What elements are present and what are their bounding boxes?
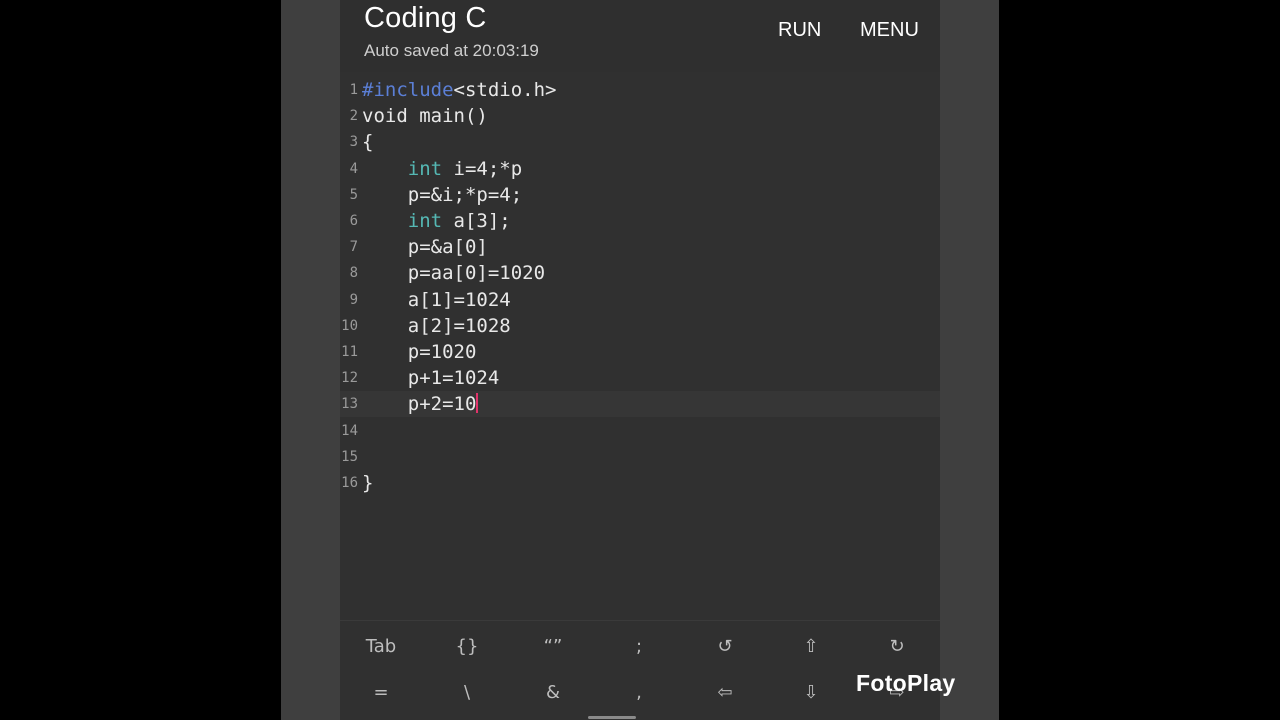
code-line[interactable]: 12 p+1=1024 — [340, 365, 940, 391]
line-number: 7 — [349, 239, 358, 256]
menu-button[interactable]: MENU — [860, 19, 919, 42]
undo-icon[interactable]: ↺ — [682, 624, 768, 670]
code-line[interactable]: 9 a[1]=1024 — [340, 287, 940, 313]
line-number: 4 — [349, 160, 358, 177]
app-title: Coding C — [364, 2, 487, 34]
arrow-up-icon[interactable]: ⇧ — [768, 624, 854, 670]
app-bar: Coding C Auto saved at 20:03:19 RUN MENU — [340, 0, 940, 72]
line-number: 13 — [341, 396, 358, 413]
code-text[interactable]: p+2=10 — [362, 391, 479, 417]
code-line[interactable]: 10 a[2]=1028 — [340, 313, 940, 339]
line-number: 9 — [349, 291, 358, 308]
arrow-down-icon[interactable]: ⇩ — [768, 670, 854, 716]
code-editor[interactable]: 1 #include<stdio.h> 2 void main() 3{4 int i=… — [340, 74, 940, 620]
type-keyword-token: int — [407, 157, 443, 180]
autosave-status: Auto saved at 20:03:19 — [364, 41, 539, 60]
code-token: { — [362, 131, 374, 154]
code-token: p=aa[0]=1020 — [407, 262, 546, 285]
line-number: 11 — [341, 344, 358, 360]
code-token: p=1020 — [407, 341, 477, 363]
code-text[interactable]: int a[3]; — [362, 208, 511, 234]
key-quotes[interactable]: “” — [510, 624, 596, 670]
text-cursor — [476, 393, 479, 414]
line-number: 14 — [341, 422, 358, 439]
key-comma[interactable]: , — [596, 670, 682, 716]
code-line[interactable]: 11 p=1020 — [340, 339, 940, 365]
code-line[interactable]: 14 — [340, 418, 940, 444]
code-token: a[1]=1024 — [407, 288, 511, 311]
code-text[interactable]: #include<stdio.h> — [362, 77, 556, 103]
redo-icon[interactable]: ↻ — [854, 624, 940, 670]
code-text[interactable]: } — [362, 470, 373, 496]
code-text[interactable]: p=aa[0]=1020 — [362, 260, 545, 286]
code-text[interactable]: p=&i;*p=4; — [362, 182, 522, 208]
run-button[interactable]: RUN — [778, 19, 821, 42]
key-braces[interactable]: {} — [424, 624, 510, 670]
key-equals[interactable]: = — [340, 670, 424, 716]
line-number: 2 — [349, 108, 358, 125]
code-line[interactable]: 3{ — [340, 129, 940, 155]
extra-keys-bar: Tab{} “”; ↺ ⇧ ↻ = \ &, ⇦ ⇩ ⇨ — [340, 620, 940, 720]
line-number: 8 — [349, 265, 358, 282]
code-token: p+2=10 — [407, 393, 477, 416]
code-text[interactable]: p=1020 — [362, 339, 477, 365]
line-number: 12 — [341, 370, 358, 387]
preprocessor-token: #include — [362, 79, 454, 101]
code-token: a[2]=1028 — [407, 314, 511, 337]
key-semicolon[interactable]: ; — [596, 624, 682, 670]
type-keyword-token: int — [407, 210, 443, 232]
code-line[interactable]: 16} — [340, 470, 940, 496]
code-token: p=&a[0] — [407, 236, 488, 259]
line-number: 3 — [349, 134, 358, 151]
code-line[interactable]: 5 p=&i;*p=4; — [340, 182, 940, 208]
code-text[interactable]: { — [362, 129, 373, 155]
code-token: void main() — [362, 105, 488, 128]
code-token: i=4;*p — [442, 157, 523, 180]
code-token: p=&i;*p=4; — [407, 183, 523, 206]
home-indicator[interactable] — [588, 716, 636, 719]
line-number: 6 — [349, 213, 358, 229]
line-number: 16 — [341, 475, 358, 491]
watermark-logo: FotoPlay — [856, 670, 956, 696]
code-text[interactable]: void main() — [362, 103, 488, 129]
code-line[interactable]: 13 p+2=10 — [340, 391, 940, 418]
key-ampersand[interactable]: & — [510, 670, 596, 716]
code-token: <stdio.h> — [453, 79, 557, 101]
line-number: 10 — [341, 317, 358, 334]
code-line[interactable]: 6 int a[3]; — [340, 208, 940, 234]
code-text[interactable]: int i=4;*p — [362, 156, 522, 182]
code-token: p+1=1024 — [407, 367, 500, 390]
arrow-left-icon[interactable]: ⇦ — [682, 670, 768, 716]
line-number: 5 — [349, 186, 358, 203]
code-text[interactable]: p+1=1024 — [362, 365, 500, 391]
code-line[interactable]: 4 int i=4;*p — [340, 156, 940, 182]
code-line[interactable]: 15 — [340, 444, 940, 470]
key-tab[interactable]: Tab — [340, 624, 424, 670]
code-text[interactable]: p=&a[0] — [362, 234, 488, 260]
code-text[interactable]: a[1]=1024 — [362, 287, 511, 313]
code-line[interactable]: 8 p=aa[0]=1020 — [340, 260, 940, 286]
line-number: 15 — [341, 448, 358, 465]
code-token: } — [362, 472, 374, 494]
line-number: 1 — [349, 82, 358, 98]
code-text[interactable]: a[2]=1028 — [362, 313, 511, 339]
key-backslash[interactable]: \ — [424, 670, 510, 716]
code-line[interactable]: 2 void main() — [340, 103, 940, 129]
code-token: a[3]; — [442, 210, 511, 232]
phone-screen: Coding C Auto saved at 20:03:19 RUN MENU… — [340, 0, 940, 720]
code-line[interactable]: 1 #include<stdio.h> — [340, 77, 940, 103]
code-line[interactable]: 7 p=&a[0] — [340, 234, 940, 260]
